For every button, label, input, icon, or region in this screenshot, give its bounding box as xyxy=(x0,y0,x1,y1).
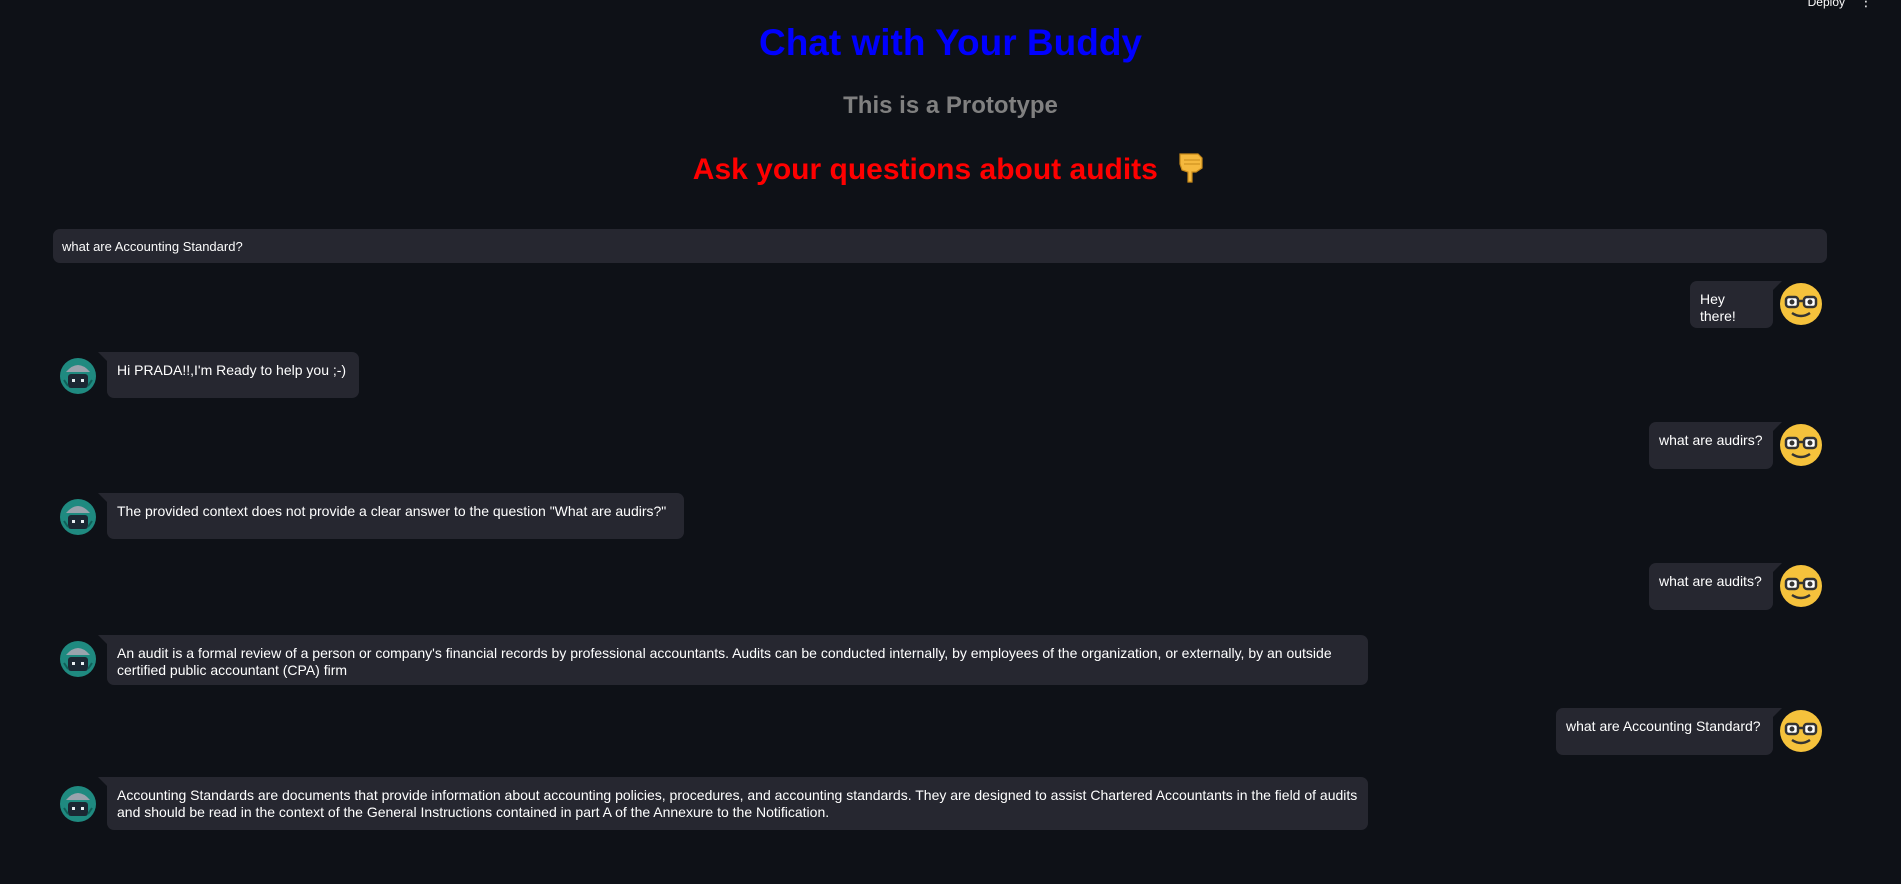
message-text: what are audits? xyxy=(1659,573,1762,589)
message-text: Accounting Standards are documents that … xyxy=(117,787,1358,820)
chat-input[interactable] xyxy=(53,229,1827,263)
message-text: Hey there! xyxy=(1700,291,1736,324)
user-avatar-icon xyxy=(1779,423,1823,467)
question-prompt-text: Ask your questions about audits xyxy=(692,152,1158,186)
bot-message: Hi PRADA!!,I'm Ready to help you ;-) xyxy=(98,352,359,398)
bot-message: An audit is a formal review of a person … xyxy=(98,635,1368,685)
bot-avatar-icon xyxy=(56,635,100,679)
message-text: what are audirs? xyxy=(1659,432,1763,448)
bot-avatar-icon xyxy=(56,780,100,824)
user-message: what are audits? xyxy=(1649,563,1782,610)
page-subtitle: This is a Prototype xyxy=(843,92,1058,119)
bot-message: The provided context does not provide a … xyxy=(98,493,684,539)
kebab-menu-icon[interactable]: ⋮ xyxy=(1859,0,1873,8)
deploy-button[interactable]: Deploy xyxy=(1808,0,1845,9)
user-avatar-icon xyxy=(1779,282,1823,326)
message-text: The provided context does not provide a … xyxy=(117,503,667,519)
message-text: Hi PRADA!!,I'm Ready to help you ;-) xyxy=(117,362,347,378)
pointing-down-icon xyxy=(1176,150,1208,192)
top-bar: Deploy ⋮ xyxy=(0,0,1901,12)
question-prompt: Ask your questions about audits xyxy=(0,150,1901,192)
bot-avatar-icon xyxy=(56,352,100,396)
user-message: Hey there! xyxy=(1690,281,1782,328)
message-text: what are Accounting Standard? xyxy=(1566,718,1761,734)
user-message: what are Accounting Standard? xyxy=(1556,708,1782,755)
user-avatar-icon xyxy=(1779,564,1823,608)
user-message: what are audirs? xyxy=(1649,422,1782,469)
page-title: Chat with Your Buddy xyxy=(758,22,1142,63)
bot-avatar-icon xyxy=(56,493,100,537)
bot-message: Accounting Standards are documents that … xyxy=(98,777,1368,830)
message-text: An audit is a formal review of a person … xyxy=(117,645,1332,678)
user-avatar-icon xyxy=(1779,709,1823,753)
